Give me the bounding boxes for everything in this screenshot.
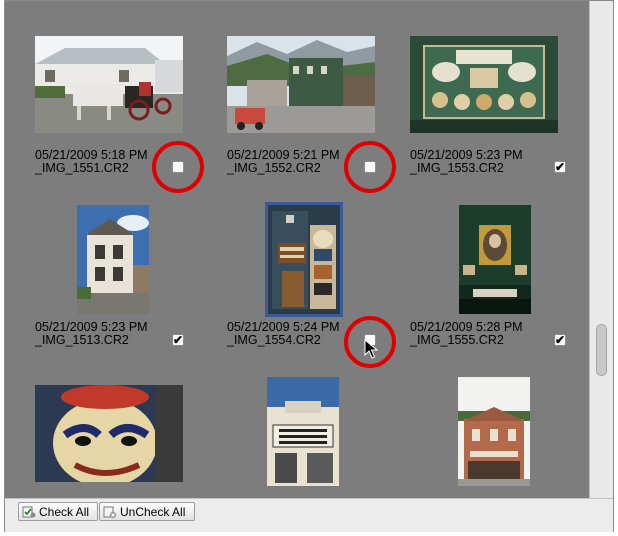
- highlight-circle: [152, 141, 204, 193]
- thumbnail-image[interactable]: [227, 36, 375, 133]
- bottom-toolbar: Check All UnCheck All: [5, 498, 613, 532]
- thumbnail-item[interactable]: 05/21/2009 5:21 PM _IMG_1552.CR2: [209, 36, 401, 206]
- vertical-scrollbar[interactable]: [589, 1, 613, 498]
- thumbnail-item[interactable]: [17, 385, 209, 498]
- item-filename: _IMG_1554.CR2: [227, 333, 321, 347]
- checklist-icon: [22, 506, 36, 518]
- thumbnail-image[interactable]: [265, 202, 343, 317]
- uncheck-icon: [103, 506, 117, 519]
- scrollbar-thumb[interactable]: [596, 324, 607, 376]
- thumbnail-image[interactable]: [458, 377, 530, 486]
- thumbnail-image[interactable]: [410, 36, 558, 133]
- thumbnail-image[interactable]: [35, 385, 183, 482]
- item-filename: _IMG_1551.CR2: [35, 161, 129, 175]
- thumbnail-item[interactable]: 05/21/2009 5:18 PM _IMG_1551.CR2: [17, 36, 209, 206]
- thumbnail-item[interactable]: [401, 377, 589, 498]
- thumbnail-item[interactable]: 05/21/2009 5:23 PM _IMG_1513.CR2 ✔: [17, 205, 209, 375]
- highlight-circle: [344, 141, 396, 193]
- item-filename: _IMG_1553.CR2: [410, 161, 504, 175]
- thumbnail-item[interactable]: 05/21/2009 5:28 PM _IMG_1555.CR2 ✔: [401, 205, 589, 375]
- uncheck-all-label: UnCheck All: [120, 505, 186, 519]
- uncheck-all-button[interactable]: UnCheck All: [99, 502, 195, 521]
- item-filename: _IMG_1552.CR2: [227, 161, 321, 175]
- check-all-button[interactable]: Check All: [18, 502, 98, 521]
- thumbnail-image[interactable]: [35, 36, 183, 133]
- thumbnail-item[interactable]: 05/21/2009 5:23 PM _IMG_1553.CR2 ✔: [401, 36, 589, 206]
- item-checkbox[interactable]: ✔: [172, 334, 184, 346]
- thumbnail-item[interactable]: [209, 377, 401, 498]
- mouse-cursor-icon: [364, 339, 378, 359]
- check-all-label: Check All: [39, 505, 90, 519]
- image-list-panel: 05/21/2009 5:18 PM _IMG_1551.CR2 05/21/2…: [4, 0, 614, 532]
- thumbnail-image[interactable]: [77, 205, 149, 314]
- thumbnail-image[interactable]: [267, 377, 339, 486]
- thumbnail-grid[interactable]: 05/21/2009 5:18 PM _IMG_1551.CR2 05/21/2…: [5, 1, 589, 498]
- thumbnail-image[interactable]: [459, 205, 531, 314]
- item-filename: _IMG_1555.CR2: [410, 333, 504, 347]
- item-filename: _IMG_1513.CR2: [35, 333, 129, 347]
- item-checkbox[interactable]: ✔: [554, 334, 566, 346]
- item-checkbox[interactable]: ✔: [554, 161, 566, 173]
